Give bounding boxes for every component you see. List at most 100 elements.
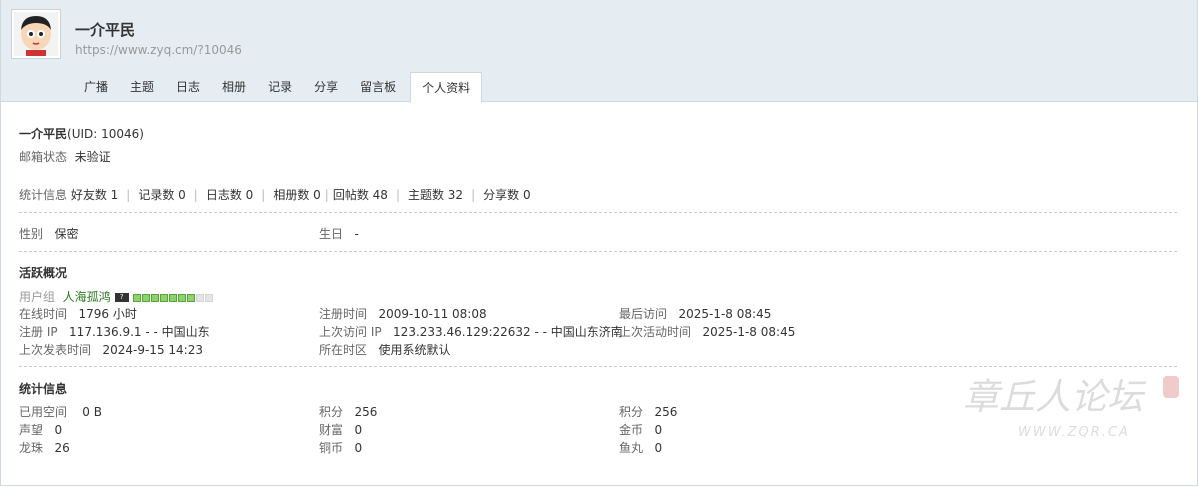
last-active-label: 上次活动时间 xyxy=(619,325,692,339)
profile-title-line: 一介平民(UID: 10046) xyxy=(19,125,144,142)
stat-copper: 铜币 0 xyxy=(319,439,362,456)
stat-value: 26 xyxy=(54,441,70,455)
divider xyxy=(19,251,1177,252)
stat-value: 0 xyxy=(354,423,363,437)
last-ip-line: 上次访问 IP 123.233.46.129:22632 - - 中国山东济南 xyxy=(319,323,623,340)
stat-separator: | xyxy=(395,188,400,202)
online-time-label: 在线时间 xyxy=(19,307,68,321)
stat-separator: | xyxy=(324,188,329,202)
last-post-label: 上次发表时间 xyxy=(19,343,92,357)
stat-label: 已用空间 xyxy=(19,405,68,419)
stat-label: 铜币 xyxy=(319,441,344,455)
stat-threads[interactable]: 主题数 32 xyxy=(408,188,463,202)
avatar-image xyxy=(14,12,58,56)
stat-separator: | xyxy=(126,188,131,202)
last-ip-label: 上次访问 IP xyxy=(319,325,382,339)
stat-friends[interactable]: 好友数 1 xyxy=(71,188,118,202)
profile-username: 一介平民 xyxy=(75,21,136,39)
stat-separator: | xyxy=(261,188,266,202)
stat-value: 0 xyxy=(654,423,663,437)
email-status-value: 未验证 xyxy=(74,150,111,164)
last-ip-value: 123.233.46.129:22632 - - 中国山东济南 xyxy=(393,325,623,339)
last-active-line: 上次活动时间 2025-1-8 08:45 xyxy=(619,323,795,340)
level-bar-segment xyxy=(195,293,204,302)
stat-value: 0 B xyxy=(82,405,102,419)
reg-time-value: 2009-10-11 08:08 xyxy=(378,307,487,321)
timezone-label: 所在时区 xyxy=(319,343,368,357)
tab-wall[interactable]: 留言板 xyxy=(349,72,407,101)
profile-uid: (UID: 10046) xyxy=(67,127,144,141)
stat-value: 0 xyxy=(54,423,63,437)
stat-shares[interactable]: 分享数 0 xyxy=(483,188,530,202)
last-visit-value: 2025-1-8 08:45 xyxy=(678,307,772,321)
level-bar-segment xyxy=(168,293,177,302)
stat-credits: 积分 256 xyxy=(319,403,377,420)
last-post-line: 上次发表时间 2024-9-15 14:23 xyxy=(19,341,203,358)
online-time-value: 1796 小时 xyxy=(78,307,137,321)
stat-separator: | xyxy=(193,188,198,202)
stat-label: 鱼丸 xyxy=(619,441,644,455)
stat-reputation: 声望 0 xyxy=(19,421,62,438)
profile-name: 一介平民 xyxy=(19,127,68,141)
stat-dragonball: 龙珠 26 xyxy=(19,439,70,456)
reg-time-label: 注册时间 xyxy=(319,307,368,321)
stat-value: 0 xyxy=(354,441,363,455)
level-bar-segment xyxy=(177,293,186,302)
tab-album[interactable]: 相册 xyxy=(211,72,257,101)
timezone-value: 使用系统默认 xyxy=(378,343,451,357)
tab-broadcast[interactable]: 广播 xyxy=(73,72,119,101)
stat-value: 256 xyxy=(354,405,378,419)
reg-time-line: 注册时间 2009-10-11 08:08 xyxy=(319,305,487,322)
stat-label: 积分 xyxy=(619,405,644,419)
tab-profile[interactable]: 个人资料 xyxy=(410,72,483,103)
online-time-line: 在线时间 1796 小时 xyxy=(19,305,137,322)
stat-blogs[interactable]: 日志数 0 xyxy=(206,188,253,202)
stat-label: 声望 xyxy=(19,423,44,437)
level-bar-segment xyxy=(204,293,213,302)
tab-threads[interactable]: 主题 xyxy=(119,72,165,101)
stat-replies[interactable]: 回帖数 48 xyxy=(333,188,388,202)
profile-header: 一介平民 https://www.zyq.cm/?10046 广播 主题 日志 … xyxy=(0,0,1198,103)
reg-ip-value: 117.136.9.1 - - 中国山东 xyxy=(69,325,210,339)
birthday-line: 生日 - xyxy=(319,225,359,242)
reg-ip-label: 注册 IP xyxy=(19,325,58,339)
last-visit-line: 最后访问 2025-1-8 08:45 xyxy=(619,305,771,322)
last-post-value: 2024-9-15 14:23 xyxy=(102,343,203,357)
stat-label: 财富 xyxy=(319,423,344,437)
tab-share[interactable]: 分享 xyxy=(303,72,349,101)
stat-fishball: 鱼丸 0 xyxy=(619,439,662,456)
site-watermark: 章丘人论坛 WWW.ZQR.CA xyxy=(963,376,1179,440)
stat-separator: | xyxy=(471,188,476,202)
email-status-line: 邮箱状态 未验证 xyxy=(19,148,111,165)
last-visit-label: 最后访问 xyxy=(619,307,668,321)
stats-line: 统计信息 好友数 1 | 记录数 0 | 日志数 0 | 相册数 0 | 回帖数 48 | 主题数 … xyxy=(19,186,531,203)
tab-doing[interactable]: 记录 xyxy=(257,72,303,101)
gender-line: 性别 保密 xyxy=(19,225,78,242)
gender-value: 保密 xyxy=(54,227,79,241)
avatar[interactable] xyxy=(11,9,61,59)
stat-albums[interactable]: 相册数 0 xyxy=(273,188,320,202)
stat-gold: 金币 0 xyxy=(619,421,662,438)
tab-blog[interactable]: 日志 xyxy=(165,72,211,101)
stat-label: 龙珠 xyxy=(19,441,44,455)
stat-space: 已用空间 0 B xyxy=(19,403,102,420)
stat-credits-2: 积分 256 xyxy=(619,403,677,420)
stat-label: 金币 xyxy=(619,423,644,437)
birthday-label: 生日 xyxy=(319,227,344,241)
seal-stamp xyxy=(1163,376,1179,398)
profile-url[interactable]: https://www.zyq.cm/?10046 xyxy=(75,43,242,57)
stat-doings[interactable]: 记录数 0 xyxy=(138,188,185,202)
timezone-line: 所在时区 使用系统默认 xyxy=(319,341,450,358)
reg-ip-line: 注册 IP 117.136.9.1 - - 中国山东 xyxy=(19,323,210,340)
level-bars xyxy=(132,293,213,302)
level-bar-segment xyxy=(141,293,150,302)
level-bar-segment xyxy=(186,293,195,302)
statistics-title: 统计信息 xyxy=(19,382,68,396)
level-bar-segment xyxy=(159,293,168,302)
help-icon[interactable]: ? xyxy=(114,293,129,302)
level-bar-segment xyxy=(132,293,141,302)
usergroup-line: 用户组 人海孤鸿? xyxy=(19,288,213,305)
email-status-label: 邮箱状态 xyxy=(19,150,68,164)
watermark-text: 章丘人论坛 xyxy=(963,377,1147,418)
usergroup-value[interactable]: 人海孤鸿 xyxy=(63,290,111,304)
